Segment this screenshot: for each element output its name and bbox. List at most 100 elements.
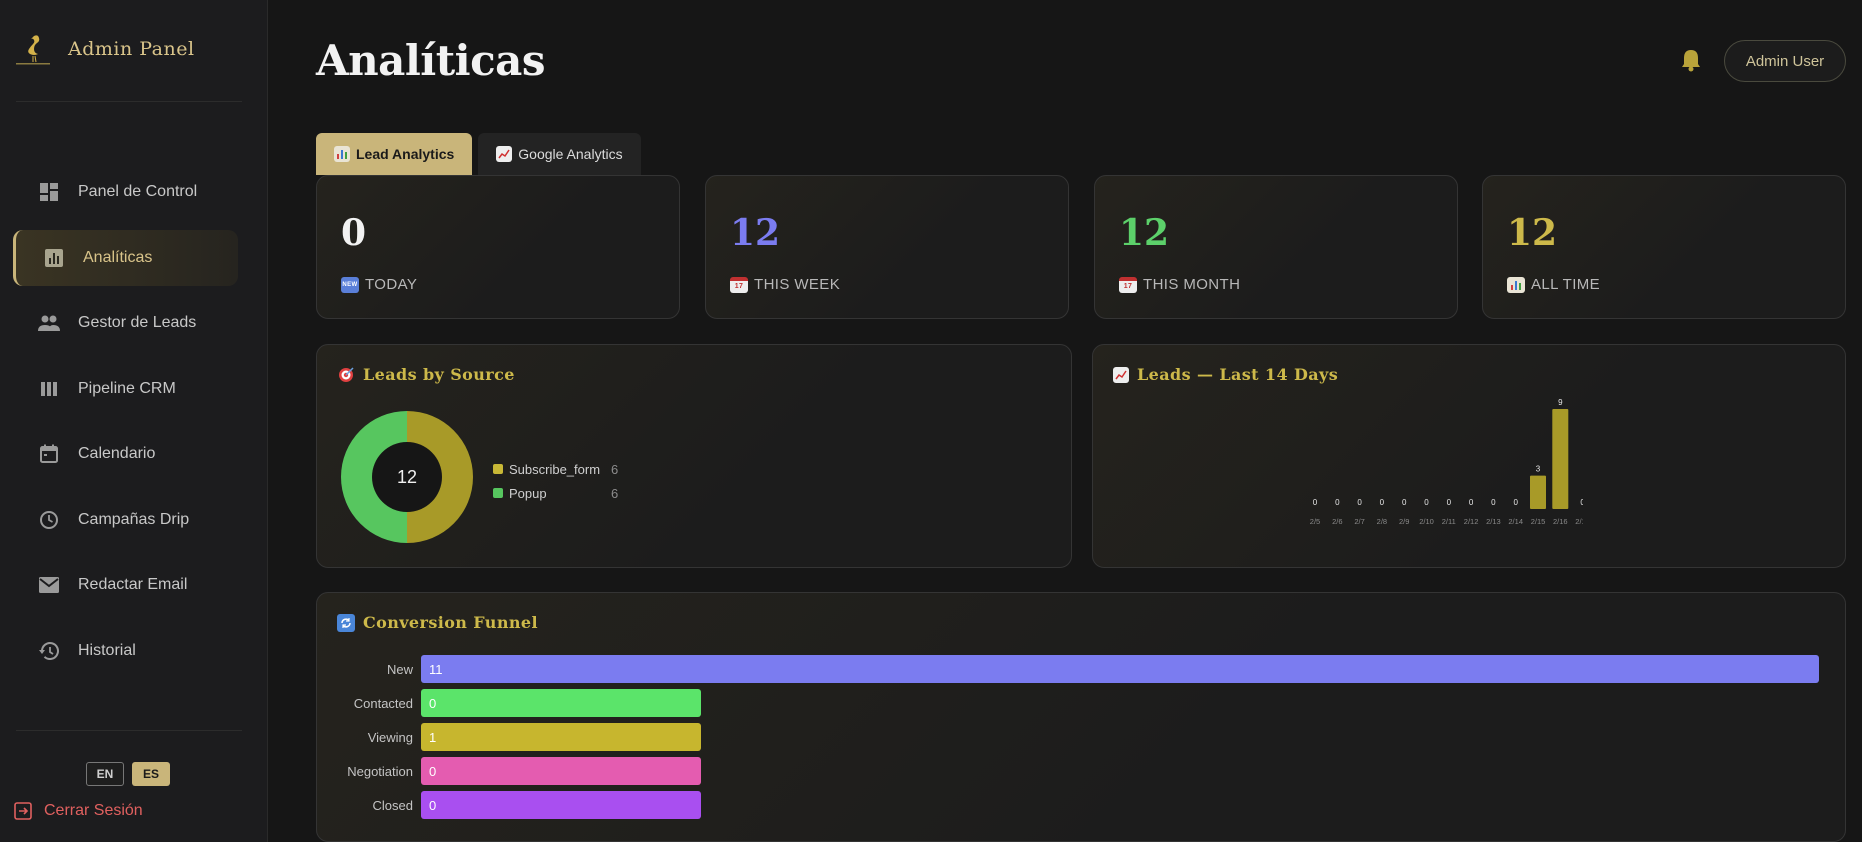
- sidebar-nav: Panel de Control Analíticas Gestor de Le…: [0, 164, 268, 688]
- day-tick-label: 2/9: [1399, 517, 1409, 526]
- card-title: Conversion Funnel: [363, 613, 538, 632]
- leads-last-14-days-card: Leads — Last 14 Days 0 2/5 0 2/6 0 2/7 0 2/8 0 2/…: [1092, 344, 1846, 568]
- stat-value: 12: [730, 212, 781, 254]
- notifications-bell-icon[interactable]: [1680, 48, 1702, 77]
- stat-label-row: ALL TIME: [1507, 276, 1600, 293]
- calendar-17-emoji-icon: 17: [730, 276, 748, 293]
- stat-card-this-week: 12 17 THIS WEEK: [705, 175, 1069, 319]
- day-tick-label: 2/10: [1419, 517, 1434, 526]
- refresh-emoji-icon: [337, 613, 355, 632]
- user-menu-button[interactable]: Admin User: [1724, 40, 1846, 82]
- sidebar-item-pipeline-crm[interactable]: Pipeline CRM: [0, 361, 268, 417]
- sidebar-item-label: Gestor de Leads: [78, 314, 197, 331]
- day-tick-label: 2/8: [1377, 517, 1387, 526]
- funnel-bars: New 11 Contacted 0 Viewing 1 Negotiation 0 Close…: [317, 655, 1847, 825]
- tab-google-analytics[interactable]: Google Analytics: [478, 133, 641, 175]
- sidebar-item-historial[interactable]: Historial: [0, 623, 268, 679]
- funnel-bar[interactable]: 0: [421, 757, 701, 785]
- sidebar-item-calendario[interactable]: Calendario: [0, 426, 268, 482]
- stat-label: THIS MONTH: [1143, 276, 1241, 293]
- funnel-bar[interactable]: 11: [421, 655, 1819, 683]
- funnel-row-new: New 11: [317, 655, 1819, 683]
- sidebar: Admin Panel Panel de Control Analíticas …: [0, 0, 268, 842]
- tab-lead-analytics[interactable]: Lead Analytics: [316, 133, 473, 175]
- funnel-row-closed: Closed 0: [317, 791, 701, 819]
- day-value-label: 9: [1558, 398, 1563, 407]
- day-value-label: 0: [1513, 498, 1518, 507]
- day-value-label: 3: [1536, 465, 1541, 474]
- language-switcher: EN ES: [86, 762, 170, 786]
- analytics-icon: [43, 247, 65, 269]
- funnel-stage-label: New: [386, 661, 413, 677]
- legend-swatch: [493, 464, 503, 474]
- stat-label: TODAY: [365, 276, 418, 293]
- stat-label-row: NEW TODAY: [341, 276, 417, 293]
- funnel-bar[interactable]: 0: [421, 791, 701, 819]
- day-value-label: 0: [1424, 498, 1429, 507]
- funnel-row-negotiation: Negotiation 0: [317, 757, 701, 785]
- funnel-bar[interactable]: 0: [421, 689, 701, 717]
- brand[interactable]: Admin Panel: [14, 30, 195, 68]
- funnel-stage-label: Negotiation: [347, 763, 413, 779]
- day-value-label: 0: [1491, 498, 1496, 507]
- funnel-row-contacted: Contacted 0: [317, 689, 701, 717]
- trend-up-emoji-icon: [1113, 366, 1129, 383]
- brand-title: Admin Panel: [68, 38, 195, 60]
- day-value-label: 0: [1447, 498, 1452, 507]
- day-value-label: 0: [1380, 498, 1385, 507]
- funnel-row-viewing: Viewing 1: [317, 723, 701, 751]
- sidebar-item-label: Pipeline CRM: [78, 379, 176, 397]
- sidebar-item-label: Calendario: [78, 445, 156, 462]
- sidebar-item-redactar-email[interactable]: Redactar Email: [0, 557, 268, 613]
- sidebar-item-analiticas[interactable]: Analíticas: [13, 229, 238, 286]
- sidebar-item-panel-de-control[interactable]: Panel de Control: [0, 164, 268, 220]
- flamingo-logo-icon: [16, 35, 50, 65]
- stat-label-row: 17 THIS WEEK: [730, 276, 840, 293]
- clock-icon: [38, 509, 60, 531]
- legend-label: Popup: [509, 485, 547, 501]
- calendar-icon: [38, 443, 60, 465]
- tab-label: Google Analytics: [518, 146, 623, 162]
- sidebar-divider: [16, 101, 242, 102]
- funnel-stage-label: Viewing: [367, 729, 413, 745]
- day-tick-label: 2/13: [1486, 517, 1501, 526]
- legend-swatch: [493, 488, 503, 498]
- stat-value: 12: [1507, 212, 1558, 254]
- lang-es-button[interactable]: ES: [132, 762, 170, 786]
- day-tick-label: 2/15: [1531, 517, 1546, 526]
- sidebar-item-label: Historial: [78, 641, 136, 659]
- source-donut-chart: 12: [341, 411, 473, 543]
- lang-en-button[interactable]: EN: [86, 762, 124, 786]
- day-tick-label: 2/12: [1464, 517, 1479, 526]
- bar-chart-emoji-icon: [334, 146, 350, 162]
- source-legend: Subscribe_form 6 Popup 6: [493, 457, 618, 505]
- day-tick-label: 2/6: [1332, 517, 1342, 526]
- tab-label: Lead Analytics: [356, 146, 455, 162]
- day-bar[interactable]: [1552, 409, 1569, 509]
- conversion-funnel-card: Conversion Funnel New 11 Contacted 0 Viewing…: [316, 592, 1846, 842]
- funnel-bar[interactable]: 1: [421, 723, 701, 751]
- card-title-row: Leads by Source: [337, 365, 515, 384]
- stat-card-today: 0 NEW TODAY: [316, 175, 680, 319]
- leads-by-source-card: Leads by Source 12 Subscribe_form 6 Popu…: [316, 344, 1072, 568]
- sidebar-item-campanas-drip[interactable]: Campañas Drip: [0, 492, 268, 548]
- bar-chart-emoji-icon: [1507, 276, 1525, 293]
- stat-card-this-month: 12 17 THIS MONTH: [1094, 175, 1458, 319]
- stat-card-all-time: 12 ALL TIME: [1482, 175, 1846, 319]
- day-bar[interactable]: [1530, 475, 1546, 509]
- card-title-row: Conversion Funnel: [337, 613, 538, 632]
- day-value-label: 0: [1357, 498, 1362, 507]
- donut-center-total: 12: [397, 467, 417, 487]
- sidebar-item-gestor-de-leads[interactable]: Gestor de Leads: [0, 295, 268, 351]
- page-title: Analíticas: [316, 36, 546, 85]
- leads-by-day-bar-chart: 0 2/5 0 2/6 0 2/7 0 2/8 0 2/9 0 2/10 0 2/11 0 2/12 0 2/13…: [1310, 398, 1583, 526]
- stat-value: 0: [341, 212, 367, 254]
- trend-up-emoji-icon: [496, 146, 513, 162]
- day-value-label: 0: [1469, 498, 1474, 507]
- stat-value: 12: [1119, 212, 1170, 254]
- logout-icon: [14, 802, 32, 820]
- legend-count: 6: [611, 485, 619, 501]
- day-tick-label: 2/5: [1310, 517, 1320, 526]
- logout-button[interactable]: Cerrar Sesión: [14, 802, 143, 820]
- day-tick-label: 2/17: [1575, 517, 1583, 526]
